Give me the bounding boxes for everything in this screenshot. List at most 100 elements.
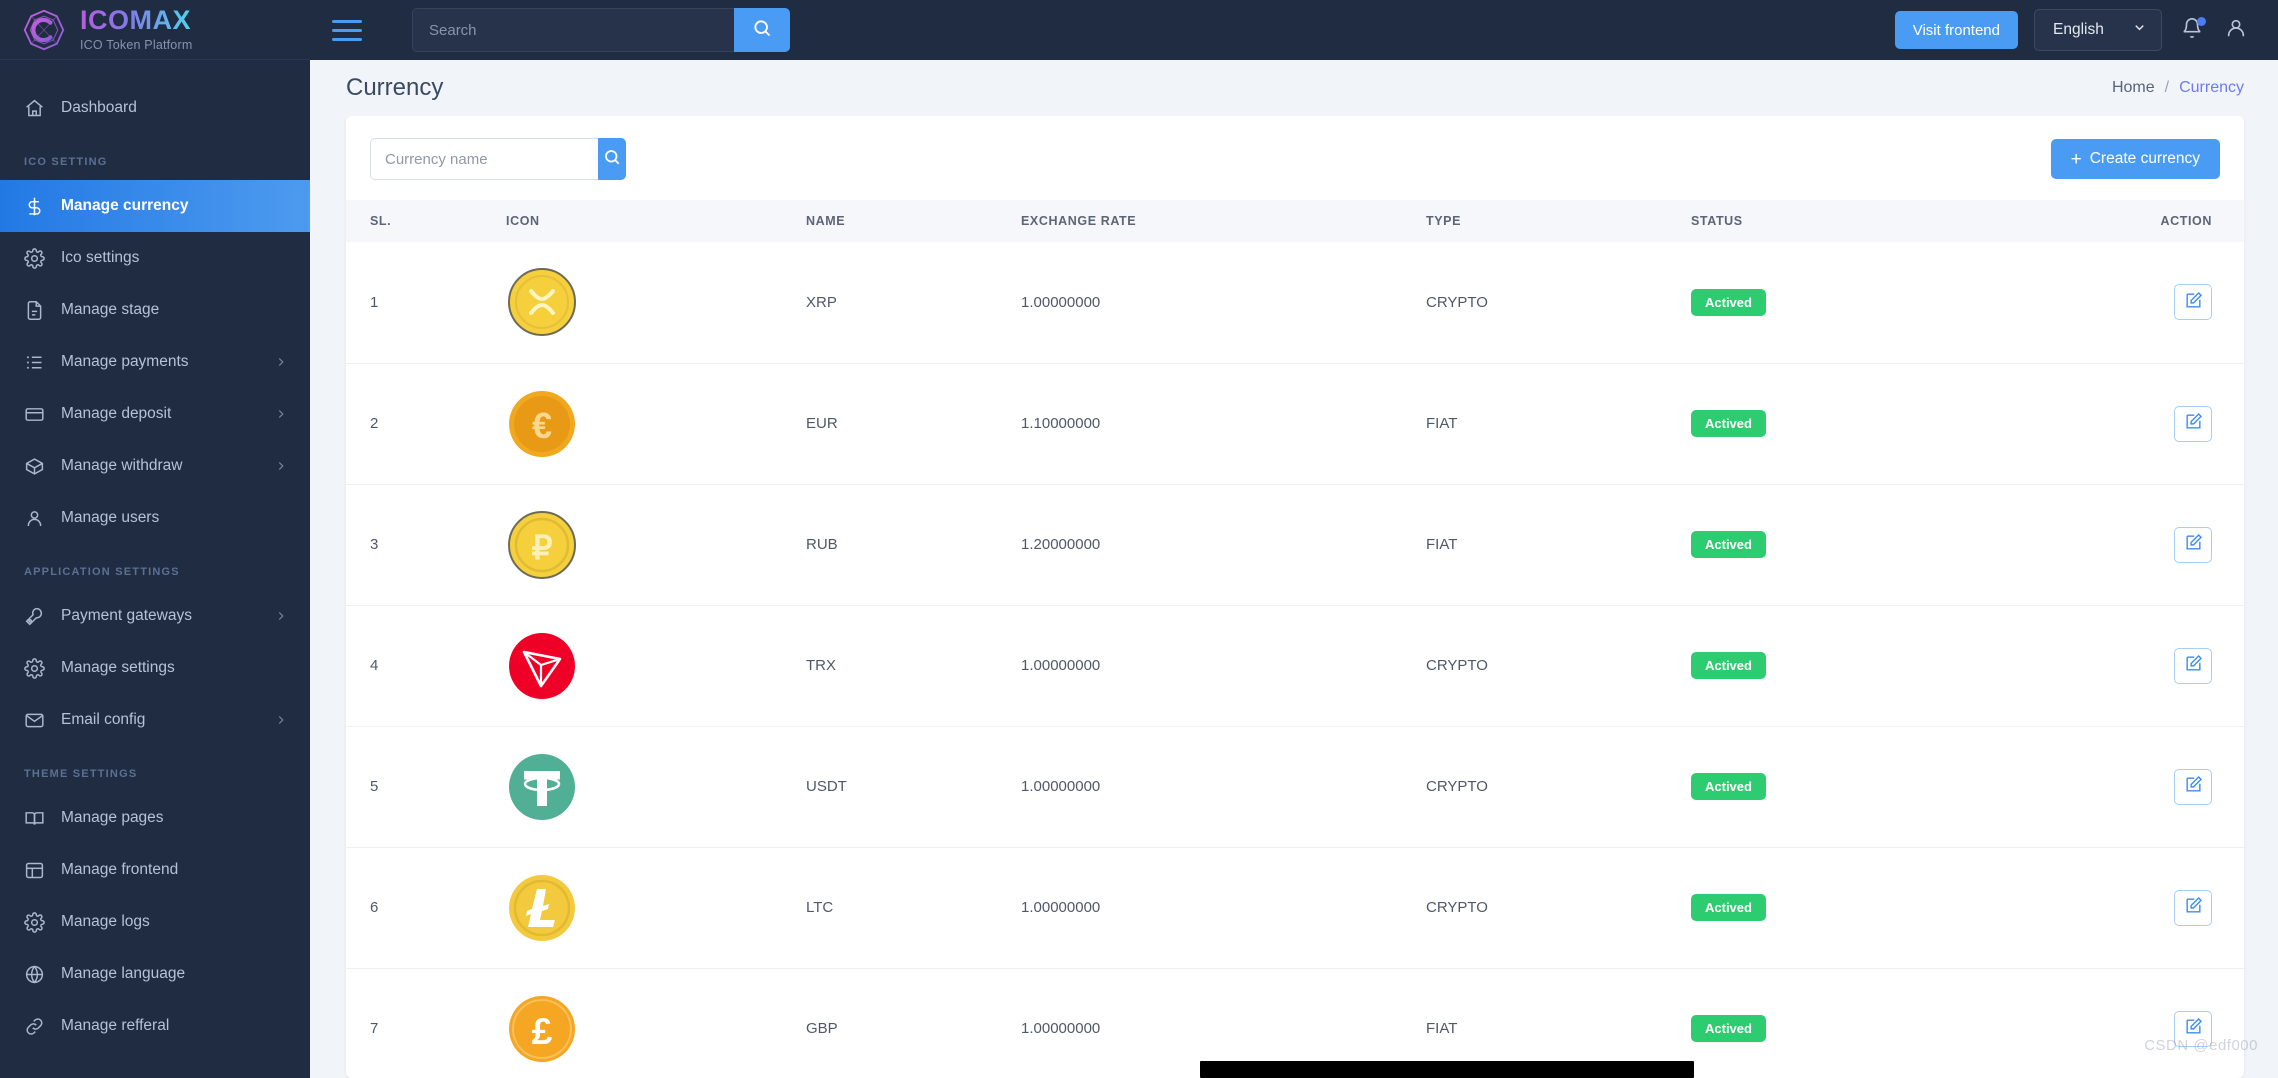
breadcrumb-separator: / [2164,79,2170,96]
sidebar-item-manage-logs[interactable]: Manage logs [0,896,310,948]
sidebar-item-manage-settings[interactable]: Manage settings [0,642,310,694]
edit-currency-button[interactable] [2174,284,2212,321]
currency-name-input[interactable] [370,138,598,180]
table-row: 5 USDT 1.00000000 CRYPTO Actived [346,725,2244,847]
sidebar-item-manage-deposit[interactable]: Manage deposit [0,388,310,440]
cell-name: EUR [806,362,1021,484]
column-header-name: NAME [806,200,1021,242]
column-header-exchange-rate: EXCHANGE RATE [1021,200,1426,242]
card-toolbar: + Create currency [346,116,2244,200]
edit-currency-button[interactable] [2174,405,2212,442]
cell-icon: £ [506,967,806,1078]
box-icon [24,456,45,477]
brand-title: ICOMAX [80,5,191,35]
card-icon [24,404,45,425]
cell-exchange-rate: 1.00000000 [1021,604,1426,726]
notifications-button[interactable] [2178,16,2206,44]
table-row: 4 TRX 1.00000000 CRYPTO Actived [346,604,2244,726]
sidebar-item-manage-users[interactable]: Manage users [0,492,310,544]
layout-icon [24,860,45,881]
sidebar-item-label: Manage frontend [61,861,179,878]
app-root: ICOMAX ICO Token Platform Dashboard ICO S… [0,0,2278,1078]
chevron-right-icon [274,355,288,369]
cell-name: LTC [806,846,1021,968]
gear-icon [24,247,45,269]
status-badge: Actived [1691,652,1766,679]
sidebar-item-label: Email config [61,711,146,728]
cell-serial: 4 [346,604,506,726]
cell-serial: 6 [346,846,506,968]
svg-text:₽: ₽ [532,529,553,566]
notification-badge-dot [2197,17,2206,26]
user-account-button[interactable] [2222,16,2250,44]
create-currency-button[interactable]: + Create currency [2050,139,2220,179]
mail-icon [24,710,45,731]
horizontal-scrollbar[interactable] [1200,1061,1694,1078]
edit-pencil-icon [2184,775,2203,798]
sidebar-item-manage-language[interactable]: Manage language [0,948,310,1000]
search-submit-button[interactable] [734,8,790,52]
sidebar-item-label: Manage withdraw [61,457,183,474]
sidebar-item-label: Manage pages [61,809,164,826]
cell-serial: 5 [346,725,506,847]
cell-status: Actived [1691,362,2021,484]
currency-filter-submit-button[interactable] [598,138,626,180]
page-title: Currency [346,74,444,101]
language-select[interactable]: English [2034,9,2162,51]
edit-currency-button[interactable] [2174,526,2212,563]
sidebar-item-manage-currency[interactable]: Manage currency [0,180,310,232]
sidebar-item-manage-frontend[interactable]: Manage frontend [0,844,310,896]
ltc-coin-icon [506,872,578,944]
chevron-right-icon [274,609,288,623]
table-scroll-region: SL. ICON NAME EXCHANGE RATE TYPE STATUS ACTION… [346,200,2244,1078]
gear-icon [24,657,45,679]
sidebar-item-manage-withdraw[interactable]: Manage withdraw [0,440,310,492]
edit-currency-button[interactable] [2174,889,2212,926]
svg-text:£: £ [532,1011,553,1052]
edit-pencil-icon [2184,1017,2203,1040]
edit-currency-button[interactable] [2174,768,2212,805]
menu-toggle-icon[interactable] [332,17,366,43]
sidebar-item-label: Manage currency [61,197,189,214]
sidebar-item-manage-refferal[interactable]: Manage refferal [0,1000,310,1052]
cell-serial: 3 [346,483,506,605]
cell-action [2021,362,2244,484]
sidebar-item-ico-settings[interactable]: Ico settings [0,232,310,284]
breadcrumb-home[interactable]: Home [2112,79,2155,97]
cell-exchange-rate: 1.00000000 [1021,846,1426,968]
icomax-logo-icon [22,8,66,52]
sidebar-item-manage-payments[interactable]: Manage payments [0,336,310,388]
edit-currency-button[interactable] [2174,647,2212,684]
column-header-sl: SL. [346,200,506,242]
cell-icon: ₽ [506,483,806,605]
breadcrumb-current: Currency [2179,79,2244,96]
sidebar-item-manage-pages[interactable]: Manage pages [0,792,310,844]
visit-frontend-button[interactable]: Visit frontend [1894,11,2018,49]
sidebar-item-manage-stage[interactable]: Manage stage [0,284,310,336]
brand-logo-area[interactable]: ICOMAX ICO Token Platform [0,0,310,60]
search-input[interactable] [412,8,734,52]
edit-currency-button[interactable] [2174,1010,2212,1047]
cell-icon [506,604,806,726]
sidebar-item-dashboard[interactable]: Dashboard [0,82,310,134]
status-badge: Actived [1691,531,1766,558]
document-icon [24,300,45,321]
sidebar-item-label: Manage deposit [61,405,172,422]
currency-filter [370,138,626,180]
sidebar-item-payment-gateways[interactable]: Payment gateways [0,590,310,642]
sidebar-nav: Dashboard ICO SETTING Manage currency Ico s… [0,60,310,1052]
sidebar-item-label: Manage stage [61,301,160,318]
cell-action [2021,725,2244,847]
sidebar-item-label: Manage payments [61,353,189,370]
sidebar-item-email-config[interactable]: Email config [0,694,310,746]
status-badge: Actived [1691,773,1766,800]
cell-status: Actived [1691,604,2021,726]
globe-icon [24,964,45,985]
status-badge: Actived [1691,1015,1766,1043]
edit-pencil-icon [2184,654,2203,677]
currency-table: SL. ICON NAME EXCHANGE RATE TYPE STATUS ACTION… [346,200,2244,1078]
breadcrumb: Home / Currency [2112,79,2244,97]
eur-coin-icon: € [506,388,578,460]
rub-coin-icon: ₽ [506,509,578,581]
sidebar-item-label: Manage language [61,965,186,982]
